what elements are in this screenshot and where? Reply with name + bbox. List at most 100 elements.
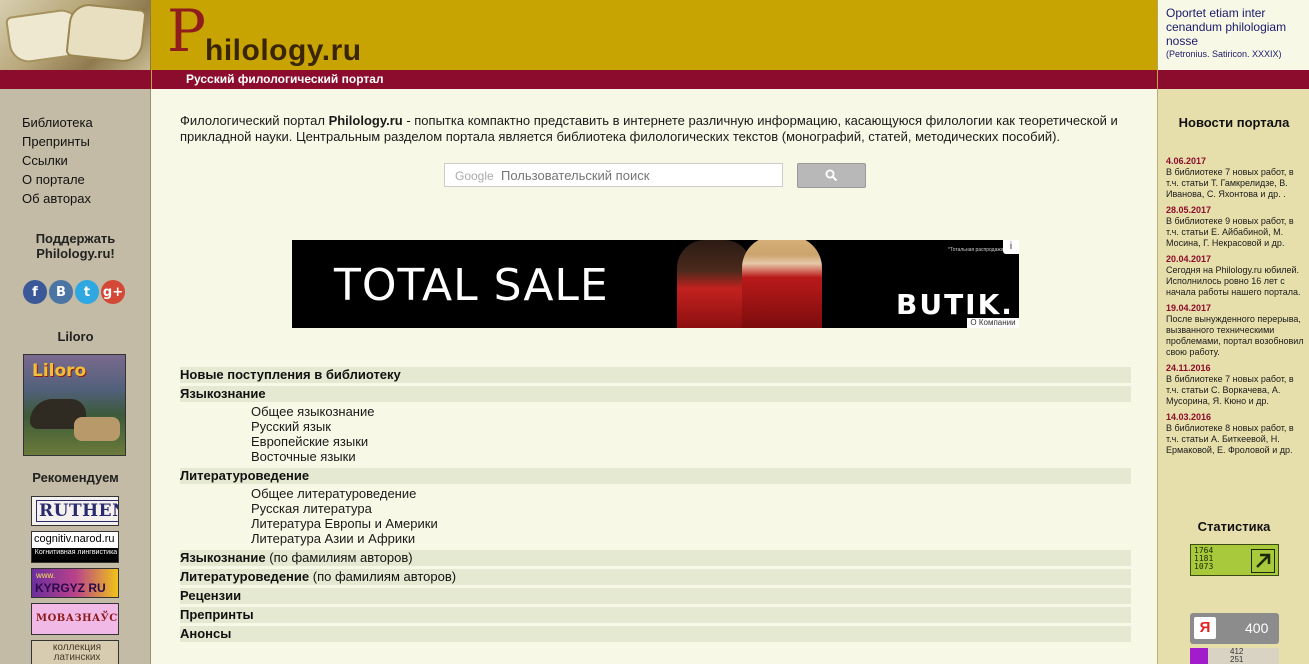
news-date[interactable]: 19.04.2017 (1166, 303, 1304, 314)
news-text: Сегодня на Philology.ru юбилей. Исполнил… (1166, 265, 1301, 297)
latin-collection-label: коллекция латинских (52, 642, 102, 663)
news-item: 24.11.2016 В библиотеке 7 новых работ, в … (1166, 363, 1304, 407)
stats-heading: Статистика (1197, 519, 1271, 534)
ad-model-man (742, 240, 822, 328)
liloro-heading: Liloro (57, 329, 94, 344)
ad-company-link[interactable]: О Компании (967, 318, 1019, 328)
twitter-icon[interactable]: t (75, 280, 99, 304)
counter-line: 251 (1230, 655, 1244, 664)
section-note: (по фамилиям авторов) (309, 569, 457, 584)
intro-brand: Philology.ru (328, 113, 403, 128)
ad-headline: TOTAL SALE (334, 260, 609, 311)
subsection-link[interactable]: Европейские языки (251, 434, 1131, 449)
ruthenia-banner[interactable]: RUTHENIA (31, 496, 119, 526)
news-date[interactable]: 14.03.2016 (1166, 412, 1304, 423)
subsection-link[interactable]: Литература Европы и Америки (251, 516, 1131, 531)
section-linguistics[interactable]: Языкознание (180, 386, 1131, 402)
section-label[interactable]: Языкознание (180, 550, 266, 565)
subsection-link[interactable]: Русская литература (251, 501, 1131, 516)
section-label[interactable]: Препринты (180, 607, 254, 622)
news-text: В библиотеке 9 новых работ, в т.ч. стать… (1166, 216, 1294, 248)
section-reviews[interactable]: Рецензии (180, 588, 1131, 604)
main-nav: Библиотека Препринты Ссылки О портале Об… (22, 113, 93, 208)
news-date[interactable]: 4.06.2017 (1166, 156, 1304, 167)
subsection-link[interactable]: Русский язык (251, 419, 1131, 434)
search-button[interactable] (797, 163, 866, 188)
intro-prefix: Филологический портал (180, 113, 329, 128)
movaznavstva-banner[interactable]: МОВАЗНАЎСТВА (31, 603, 119, 635)
section-literature-by-author[interactable]: Литературоведение (по фамилиям авторов) (180, 569, 1131, 585)
search-box: Google (444, 163, 783, 187)
yandex-value: 400 (1245, 620, 1269, 636)
nav-about[interactable]: О портале (22, 170, 93, 189)
left-sidebar: Библиотека Препринты Ссылки О портале Об… (0, 89, 151, 664)
recommend-heading: Рекомендуем (32, 470, 119, 485)
header-quote-box: Oportet etiam inter cenandum philologiam… (1157, 0, 1309, 70)
kyrgyz-banner[interactable]: www. KYRGYZ RU (31, 568, 119, 598)
nav-links[interactable]: Ссылки (22, 151, 93, 170)
subsection-link[interactable]: Общее литературоведение (251, 486, 1131, 501)
counter-values: 1764 1181 1073 (1194, 547, 1213, 571)
news-text: В библиотеке 7 новых работ, в т.ч. стать… (1166, 167, 1294, 199)
main-content: Филологический портал Philology.ru - поп… (151, 89, 1157, 664)
counter-logo-icon (1190, 648, 1208, 664)
section-label[interactable]: Новые поступления в библиотеку (180, 367, 401, 382)
subsection-link[interactable]: Восточные языки (251, 449, 1131, 464)
counter-line: 1073 (1194, 562, 1214, 571)
search-input[interactable] (501, 166, 771, 184)
secondary-counter[interactable]: 412 251 (1190, 648, 1279, 664)
news-date[interactable]: 28.05.2017 (1166, 205, 1304, 216)
support-heading: Поддержать Philology.ru! (35, 231, 116, 261)
liloro-banner[interactable]: Liloro (23, 354, 126, 456)
news-item: 28.05.2017 В библиотеке 9 новых работ, в … (1166, 205, 1304, 249)
section-label[interactable]: Анонсы (180, 626, 231, 641)
ad-banner[interactable]: TOTAL SALE BUTIK. *Тотальная распродажа … (292, 240, 1019, 328)
arrow-up-right-icon (1251, 549, 1275, 573)
section-label[interactable]: Рецензии (180, 588, 241, 603)
section-preprints[interactable]: Препринты (180, 607, 1131, 623)
subsection-link[interactable]: Литература Азии и Африки (251, 531, 1131, 546)
cognitiv-url: cognitiv.narod.ru (34, 533, 115, 545)
header-quote-source: (Petronius. Satiricon. XXXIX) (1166, 49, 1282, 59)
linguistics-subsections: Общее языкознание Русский язык Европейск… (180, 404, 1131, 464)
nav-authors[interactable]: Об авторах (22, 189, 93, 208)
section-literature[interactable]: Литературоведение (180, 468, 1131, 484)
subsection-link[interactable]: Общее языкознание (251, 404, 1131, 419)
yandex-metrika-counter[interactable]: Я 400 (1190, 613, 1279, 644)
section-label[interactable]: Языкознание (180, 386, 266, 401)
vkontakte-icon[interactable]: B (49, 280, 73, 304)
section-announcements[interactable]: Анонсы (180, 626, 1131, 642)
latin-collection-banner[interactable]: коллекция латинских (31, 640, 119, 664)
movaznavstva-label: МОВАЗНАЎСТВА (36, 613, 118, 624)
news-date[interactable]: 20.04.2017 (1166, 254, 1304, 265)
kyrgyz-www: www. (36, 571, 56, 580)
news-list: 4.06.2017 В библиотеке 7 новых работ, в т… (1166, 156, 1304, 461)
literature-subsections: Общее литературоведение Русская литерату… (180, 486, 1131, 546)
tagline: Русский филологический портал (186, 72, 384, 86)
google-plus-icon[interactable]: g+ (101, 280, 125, 304)
ad-footnote: *Тотальная распродажа (948, 247, 1004, 253)
liveinternet-counter[interactable]: 1764 1181 1073 (1190, 544, 1279, 576)
news-text: В библиотеке 8 новых работ, в т.ч. стать… (1166, 423, 1294, 455)
section-label[interactable]: Литературоведение (180, 468, 309, 483)
social-buttons: f B t g+ (23, 280, 125, 304)
cognitiv-banner[interactable]: cognitiv.narod.ru Когнитивная лингвистик… (31, 531, 119, 563)
kyrgyz-label: KYRGYZ RU (35, 581, 106, 595)
logo-initial: P (167, 0, 207, 65)
intro-text: Филологический портал Philology.ru - поп… (180, 113, 1130, 145)
nav-library[interactable]: Библиотека (22, 113, 93, 132)
google-hint: Google (455, 169, 494, 183)
nav-preprints[interactable]: Препринты (22, 132, 93, 151)
ad-brand: BUTIK. (896, 288, 1014, 321)
news-item: 14.03.2016 В библиотеке 8 новых работ, в … (1166, 412, 1304, 456)
news-item: 19.04.2017 После вынужденного перерыва, в… (1166, 303, 1304, 358)
section-new-arrivals[interactable]: Новые поступления в библиотеку (180, 367, 1131, 383)
section-linguistics-by-author[interactable]: Языкознание (по фамилиям авторов) (180, 550, 1131, 566)
facebook-icon[interactable]: f (23, 280, 47, 304)
secondary-counter-values: 412 251 (1230, 648, 1243, 664)
header-book-image (0, 0, 151, 70)
news-text: После вынужденного перерыва, вызванного … (1166, 314, 1304, 357)
ad-info-icon[interactable]: i (1003, 240, 1019, 254)
news-date[interactable]: 24.11.2016 (1166, 363, 1304, 374)
section-label[interactable]: Литературоведение (180, 569, 309, 584)
